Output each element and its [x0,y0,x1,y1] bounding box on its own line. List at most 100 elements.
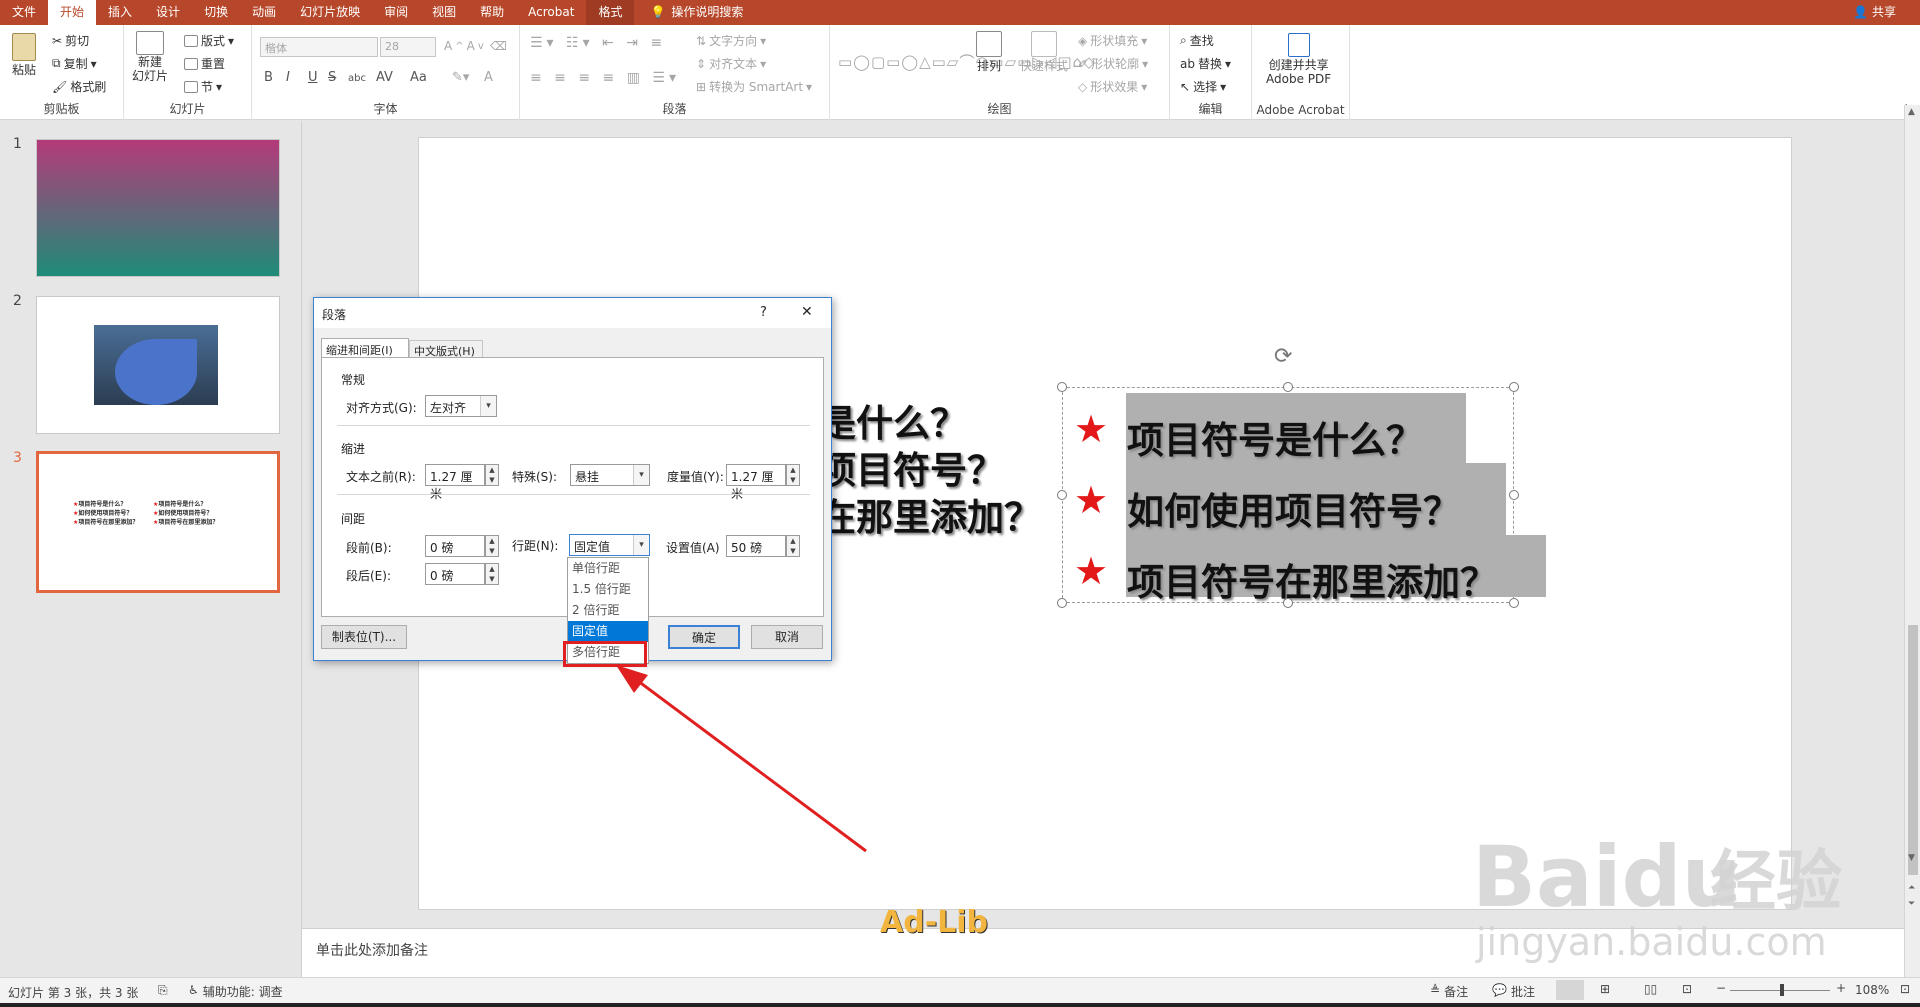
clear-format-icon[interactable]: ⌫ [490,39,507,53]
layout-button[interactable]: 版式 ▾ [184,32,234,49]
zoom-slider-thumb[interactable] [1780,984,1784,996]
slide-thumbnail-3[interactable]: ★项目符号是什么？ ★如何使用项目符号？ ★项目符号在那里添加？ ★项目符号是什… [36,451,280,593]
before-text-spinner[interactable]: ▲ ▼ [485,464,499,486]
strikethrough-button[interactable]: abc [348,73,366,84]
option-double[interactable]: 2 倍行距 [568,600,648,621]
slide-sorter-icon[interactable]: ⊞ [1600,982,1610,996]
alignment-dropdown[interactable]: 左对齐 ▾ [425,395,497,417]
tabs-button[interactable]: 制表位(T)... [321,625,407,649]
next-slide-icon[interactable]: ⏷ [1908,899,1915,909]
italic-button[interactable]: I [286,70,290,85]
tab-asian-typography[interactable]: 中文版式(H) [409,340,483,358]
tab-design[interactable]: 设计 [144,0,192,25]
tab-indents-spacing[interactable]: 缩进和间距(I) [321,338,409,358]
font-color-button[interactable]: A [484,70,493,85]
ok-button[interactable]: 确定 [668,625,740,649]
by-spinner[interactable]: ▲ ▼ [786,464,800,486]
bullets-icon[interactable]: ☰▾ ☷▾ ⇤ ⇥ ≡ [530,35,666,51]
create-share-pdf-button[interactable]: 创建并共享 Adobe PDF [1266,33,1331,86]
slide-thumbnail-2[interactable] [36,296,280,434]
find-button[interactable]: ⌕ 查找 [1180,32,1214,49]
at-input[interactable]: 50 磅 [726,535,786,557]
after-input[interactable]: 0 磅 [425,563,485,585]
tab-home[interactable]: 开始 [48,0,97,25]
shapes-gallery[interactable]: ▭◯▢▭◯△▭▱⌒◠▭▱▭▷◁□⌂◇ [838,31,1095,93]
resize-handle[interactable] [1509,598,1519,608]
tab-help[interactable]: 帮助 [468,0,516,25]
tab-transitions[interactable]: 切换 [192,0,240,25]
reset-button[interactable]: 重置 [184,55,225,72]
highlight-icon[interactable]: ✎▾ [452,70,469,85]
font-size-combo[interactable]: 28 [380,37,436,57]
resize-handle[interactable] [1509,382,1519,392]
close-icon[interactable]: ✕ [801,304,813,320]
option-single[interactable]: 单倍行距 [568,558,648,579]
help-button[interactable]: ? [760,305,767,320]
font-name-combo[interactable]: 楷体 [260,37,378,57]
copy-button[interactable]: ⧉ 复制 ▾ [52,55,97,72]
option-1-5[interactable]: 1.5 倍行距 [568,579,648,600]
new-slide-button[interactable]: 新建 幻灯片 [132,31,168,83]
line-spacing-dropdown[interactable]: 固定值 ▾ [569,534,650,556]
comments-button[interactable]: 💬 批注 [1492,983,1535,1000]
change-case-button[interactable]: Aa [410,70,427,85]
special-dropdown[interactable]: 悬挂 ▾ [570,464,650,486]
cut-button[interactable]: ✂ 剪切 [52,32,89,49]
tab-acrobat[interactable]: Acrobat [516,0,586,25]
tab-insert[interactable]: 插入 [96,0,144,25]
arrange-button[interactable]: 排列 [976,31,1002,74]
tell-me-search[interactable]: 💡 操作说明搜索 [634,0,755,25]
tab-view[interactable]: 视图 [420,0,468,25]
format-painter-button[interactable]: 🖌 格式刷 [52,78,106,95]
resize-handle[interactable] [1057,382,1067,392]
fit-slide-icon[interactable]: ⊡ [1900,982,1910,996]
slide-thumbnail-1[interactable] [36,139,280,277]
shape-outline-button[interactable]: ✐ 形状轮廓 ▾ [1078,55,1148,72]
text-direction-button[interactable]: ⇅ 文字方向 ▾ [696,32,766,49]
align-text-button[interactable]: ⇕ 对齐文本 ▾ [696,55,766,72]
before-input[interactable]: 0 磅 [425,535,485,557]
normal-view-icon[interactable] [1556,980,1584,1000]
align-icons[interactable]: ≡ ≡ ≡ ≡ ▥ ☰▾ [530,70,680,86]
replace-button[interactable]: ab 替换 ▾ [1180,55,1231,72]
slideshow-icon[interactable]: ⊡ [1682,982,1692,996]
smartart-button[interactable]: ⊞ 转换为 SmartArt ▾ [696,78,812,95]
bold-button[interactable]: B [264,70,273,85]
rotate-handle-icon[interactable]: ⟳ [1274,344,1292,369]
scroll-down-icon[interactable]: ▼ [1908,853,1915,863]
notes-button[interactable]: ≜ 备注 [1430,983,1468,1000]
after-spinner[interactable]: ▲ ▼ [485,563,499,585]
by-input[interactable]: 1.27 厘米 [726,464,786,501]
zoom-in-button[interactable]: + [1836,981,1846,995]
resize-handle[interactable] [1283,598,1293,608]
char-spacing-button[interactable]: AV [376,70,393,85]
resize-handle[interactable] [1283,382,1293,392]
spell-check-icon[interactable]: ⎘ [158,983,168,998]
shape-effects-button[interactable]: ◇ 形状效果 ▾ [1078,78,1147,95]
select-button[interactable]: ↖ 选择 ▾ [1180,78,1226,95]
scroll-up-icon[interactable]: ▲ [1908,107,1915,117]
tab-format[interactable]: 格式 [586,0,635,25]
cancel-button[interactable]: 取消 [751,625,823,649]
tab-review[interactable]: 审阅 [372,0,420,25]
shadow-button[interactable]: S [328,70,336,85]
option-exactly[interactable]: 固定值 [568,621,648,642]
resize-handle[interactable] [1509,490,1519,500]
at-spinner[interactable]: ▲ ▼ [786,535,800,557]
section-button[interactable]: 节 ▾ [184,78,222,95]
tab-file[interactable]: 文件 [0,0,48,25]
reading-view-icon[interactable]: ▯▯ [1644,982,1657,996]
before-spinner[interactable]: ▲ ▼ [485,535,499,557]
shape-fill-button[interactable]: ◈ 形状填充 ▾ [1078,32,1147,49]
scrollbar-thumb[interactable] [1908,625,1918,875]
resize-handle[interactable] [1057,598,1067,608]
prev-slide-icon[interactable]: ⏶ [1908,883,1915,893]
before-text-input[interactable]: 1.27 厘米 [425,464,485,501]
underline-button[interactable]: U [308,70,318,85]
resize-handle[interactable] [1057,490,1067,500]
zoom-out-button[interactable]: − [1716,981,1726,995]
share-button[interactable]: 👤 共享 [1853,0,1896,25]
accessibility-button[interactable]: ♿ 辅助功能: 调查 [188,983,283,1000]
tab-animations[interactable]: 动画 [240,0,288,25]
quick-styles-button[interactable]: 快速样式 [1020,31,1068,74]
